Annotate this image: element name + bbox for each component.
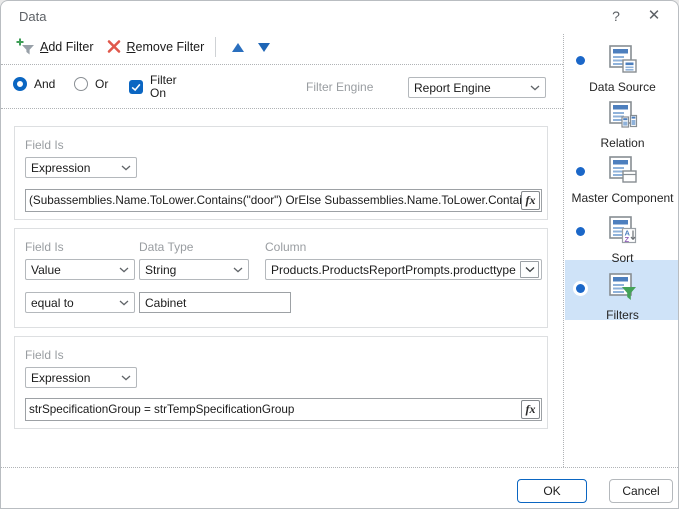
chevron-down-icon	[119, 300, 129, 306]
field-is-label: Field Is	[25, 240, 64, 254]
expression-field-1[interactable]: (Subassemblies.Name.ToLower.Contains("do…	[25, 189, 542, 212]
step-dot-icon	[576, 56, 585, 65]
value-input[interactable]: Cabinet	[139, 292, 291, 313]
sidebar-label: Master Component	[571, 191, 674, 205]
sort-icon: A Z	[607, 215, 639, 250]
operator-select[interactable]: equal to	[25, 292, 135, 313]
column-label: Column	[265, 240, 307, 254]
master-component-icon	[607, 155, 639, 190]
field-is-label: Field Is	[25, 348, 64, 362]
fx-button[interactable]: fx	[521, 191, 540, 210]
remove-filter-label: Remove Filter	[126, 40, 205, 54]
relation-icon	[607, 100, 639, 135]
move-down-button[interactable]	[251, 36, 277, 58]
add-filter-icon	[15, 37, 35, 58]
cancel-button[interactable]: Cancel	[609, 479, 673, 503]
chevron-down-icon	[233, 267, 243, 273]
filter-engine-label: Filter Engine	[306, 80, 374, 94]
sidebar-label: Data Source	[589, 80, 656, 94]
data-type-label: Data Type	[139, 240, 194, 254]
filter-panel-3: Field Is Expression strSpecificationGrou…	[14, 336, 548, 429]
help-button[interactable]: ?	[602, 5, 630, 27]
filter-engine-select[interactable]: Report Engine	[408, 77, 546, 98]
filter-panel-2: Field Is Data Type Column Value String P…	[14, 228, 548, 328]
fx-button[interactable]: fx	[521, 400, 540, 419]
radio-unchecked-icon	[74, 77, 88, 91]
arrow-up-icon	[232, 42, 245, 52]
sidebar-item-data-source[interactable]: Data Source	[564, 44, 678, 94]
chevron-down-icon	[121, 165, 131, 171]
sidebar-label: Filters	[606, 308, 639, 322]
sidebar-label: Relation	[600, 136, 645, 150]
toolbar: Add Filter Remove Filter	[9, 34, 277, 60]
step-dot-icon	[576, 227, 585, 236]
radio-checked-icon	[13, 77, 27, 91]
or-radio[interactable]: Or	[74, 77, 108, 91]
field-is-select-3[interactable]: Expression	[25, 367, 137, 388]
dialog-title: Data	[19, 9, 47, 24]
sidebar-item-master-component[interactable]: Master Component	[564, 155, 678, 205]
or-radio-label: Or	[95, 77, 109, 91]
column-select[interactable]: Products.ProductsReportPrompts.productty…	[265, 259, 542, 280]
field-is-label: Field Is	[25, 138, 64, 152]
filter-on-label: Filter On	[150, 73, 177, 101]
field-is-select-2[interactable]: Value	[25, 259, 135, 280]
step-dot-icon	[576, 284, 585, 293]
svg-text:Z: Z	[624, 235, 629, 244]
data-steps-sidebar: Data Source Relation Master Component A …	[563, 34, 678, 467]
step-dot-icon	[576, 167, 585, 176]
add-filter-button[interactable]: Add Filter	[9, 34, 100, 61]
data-dialog: Data ? ✕ Add Filter Remove Filter And Or…	[0, 0, 679, 509]
remove-filter-icon	[106, 38, 122, 57]
field-is-select-1[interactable]: Expression	[25, 157, 137, 178]
sidebar-item-filters[interactable]: Filters	[564, 272, 678, 322]
remove-filter-button[interactable]: Remove Filter	[100, 35, 211, 60]
arrow-down-icon	[258, 42, 271, 52]
filters-icon	[607, 272, 639, 307]
sidebar-item-sort[interactable]: A Z Sort	[564, 215, 678, 265]
chevron-down-icon	[121, 375, 131, 381]
and-radio-label: And	[34, 77, 56, 91]
expression-field-2[interactable]: strSpecificationGroup = strTempSpecifica…	[25, 398, 542, 421]
chevron-down-icon	[119, 267, 129, 273]
filter-panel-1: Field Is Expression (Subassemblies.Name.…	[14, 126, 548, 220]
chevron-down-icon[interactable]	[520, 261, 539, 278]
data-type-select[interactable]: String	[139, 259, 249, 280]
and-radio[interactable]: And	[13, 77, 55, 91]
filter-on-checkbox[interactable]: Filter On	[129, 73, 186, 101]
footer-separator	[1, 467, 678, 468]
filter-options-strip: And Or Filter On Filter Engine Report En…	[1, 64, 563, 109]
ok-button[interactable]: OK	[517, 479, 587, 503]
chevron-down-icon	[530, 85, 540, 91]
sidebar-item-relation[interactable]: Relation	[564, 100, 678, 150]
add-filter-label: Add Filter	[40, 40, 94, 54]
checkbox-checked-icon	[129, 80, 143, 95]
title-bar: Data ? ✕	[1, 1, 678, 31]
toolbar-separator	[215, 37, 217, 57]
sidebar-label: Sort	[611, 251, 634, 265]
move-up-button[interactable]	[225, 36, 251, 58]
close-button[interactable]: ✕	[640, 5, 668, 27]
data-source-icon	[607, 44, 639, 79]
